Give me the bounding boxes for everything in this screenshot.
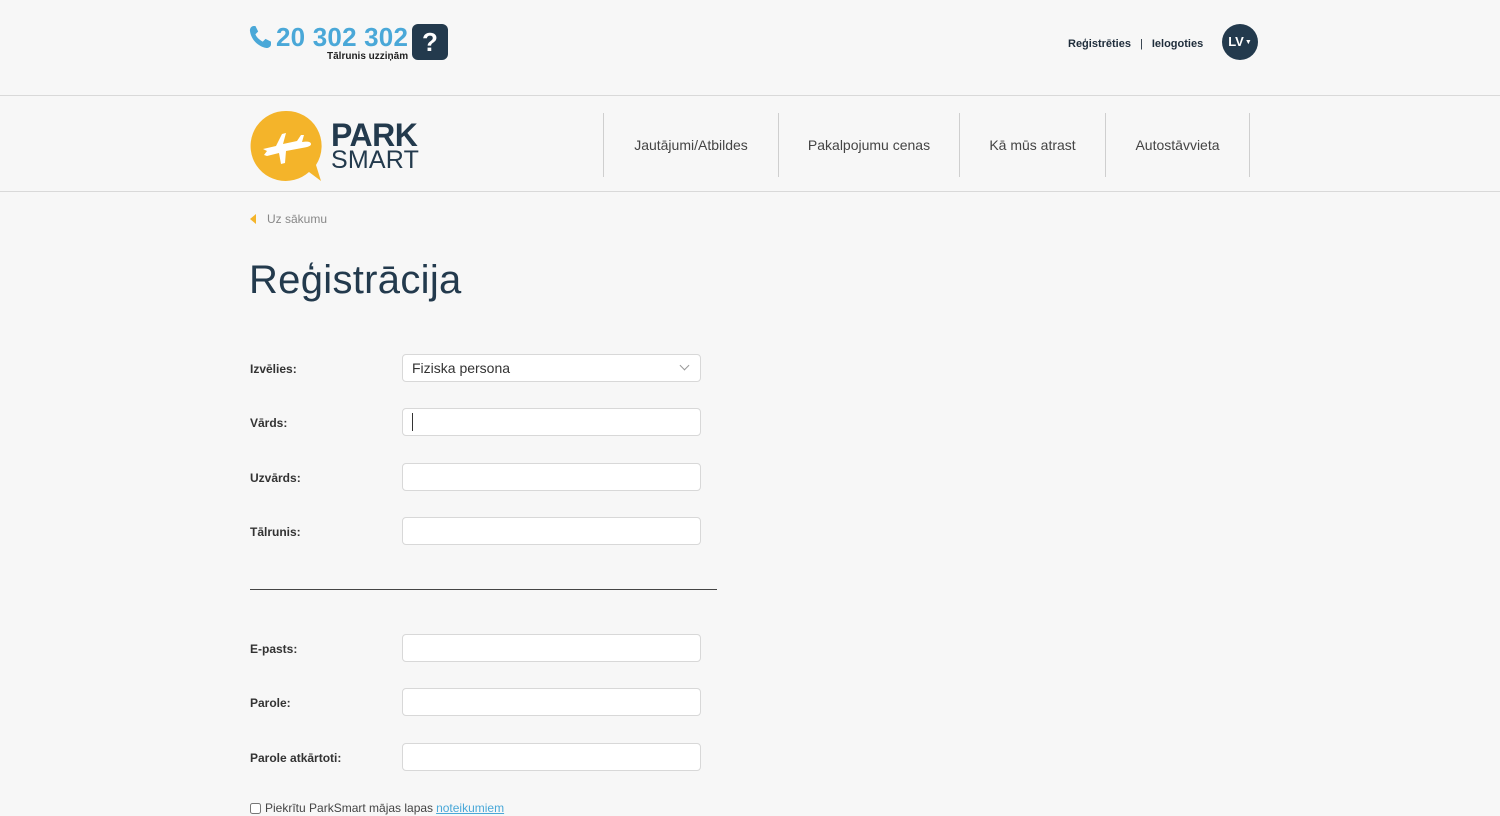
password-label: Parole: [250, 696, 291, 710]
back-arrow-icon[interactable] [250, 214, 256, 224]
top-bar [0, 0, 1500, 96]
password-repeat-label: Parole atkārtoti: [250, 751, 342, 765]
phone-input[interactable] [402, 517, 701, 545]
password-input[interactable] [402, 688, 701, 716]
help-button[interactable]: ? [412, 24, 448, 60]
breadcrumb-home-link[interactable]: Uz sākumu [267, 212, 327, 226]
phone-label: Tālrunis: [250, 525, 301, 539]
terms-row: Piekrītu ParkSmart mājas lapas noteikumi… [250, 801, 504, 815]
language-selector[interactable]: LV▼ [1222, 24, 1258, 60]
email-label: E-pasts: [250, 642, 298, 656]
main-nav: Jautājumi/Atbildes Pakalpojumu cenas Kā … [603, 113, 1250, 177]
caret-down-icon: ▼ [1244, 39, 1252, 46]
person-type-select[interactable]: Fiziska persona [402, 354, 701, 382]
phone-icon [249, 26, 271, 48]
last-name-input[interactable] [402, 463, 701, 491]
password-repeat-input[interactable] [402, 743, 701, 771]
nav-item-faq[interactable]: Jautājumi/Atbildes [604, 113, 779, 177]
last-name-label: Uzvārds: [250, 471, 301, 485]
nav-item-prices[interactable]: Pakalpojumu cenas [779, 113, 960, 177]
email-input[interactable] [402, 634, 701, 662]
logo-text-smart: SMART [331, 146, 420, 174]
page-title: Reģistrācija [249, 258, 462, 302]
first-name-input[interactable] [402, 408, 701, 436]
text-cursor [412, 413, 413, 431]
first-name-label: Vārds: [250, 416, 288, 430]
nav-item-parking[interactable]: Autostāvvieta [1106, 113, 1250, 177]
terms-text: Piekrītu ParkSmart mājas lapas [265, 801, 434, 815]
person-type-value: Fiziska persona [412, 360, 511, 376]
login-link[interactable]: Ielogoties [1152, 38, 1203, 50]
nav-item-location[interactable]: Kā mūs atrast [960, 113, 1106, 177]
language-code: LV [1228, 34, 1244, 49]
parksmart-logo-icon[interactable] [249, 109, 323, 183]
terms-link[interactable]: noteikumiem [436, 801, 504, 815]
link-separator: | [1139, 38, 1143, 50]
form-divider [250, 589, 717, 590]
type-label: Izvēlies: [250, 362, 297, 376]
terms-checkbox[interactable] [250, 802, 261, 814]
register-link[interactable]: Reģistrēties [1068, 38, 1131, 50]
phone-caption: Tālrunis uzziņām [327, 51, 409, 62]
auth-links: Reģistrēties | Ielogoties [1068, 38, 1203, 50]
phone-number[interactable]: 20 302 302 [276, 22, 408, 53]
chevron-down-icon [679, 360, 690, 371]
